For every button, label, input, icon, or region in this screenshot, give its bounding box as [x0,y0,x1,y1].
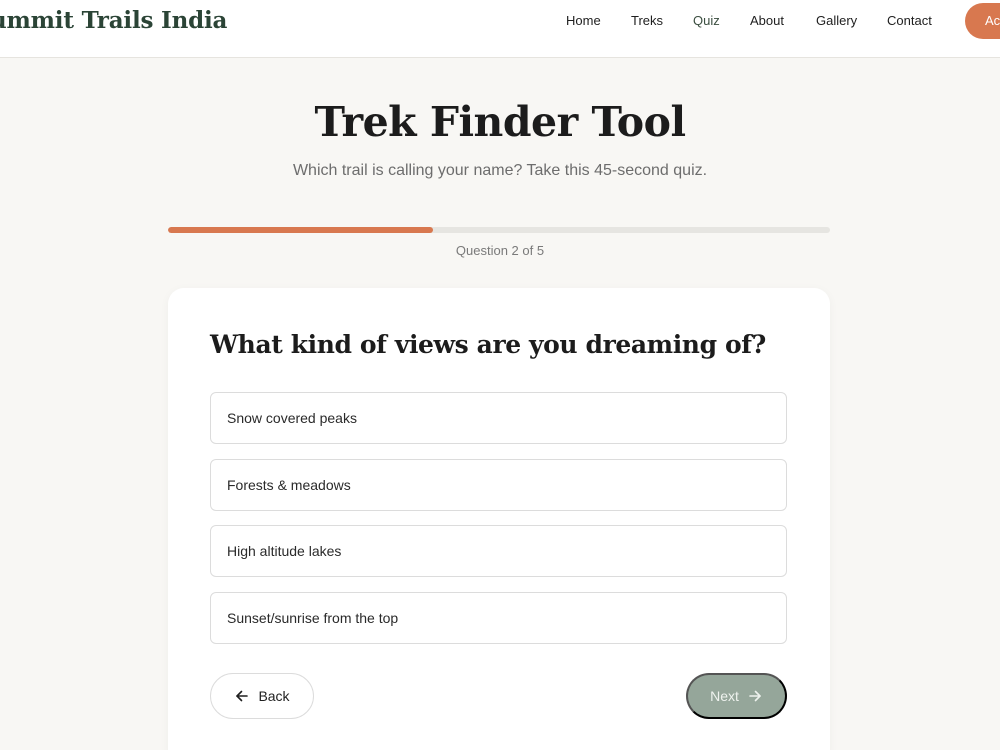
nav-contact[interactable]: Contact [887,13,932,28]
arrow-right-icon [747,688,763,704]
question-title: What kind of views are you dreaming of? [210,330,766,359]
header-cta-button[interactable]: Ac [965,3,1000,39]
page-subtitle: Which trail is calling your name? Take t… [292,162,708,179]
nav-home[interactable]: Home [566,13,601,28]
progress-bar [168,227,830,233]
progress-label: Question 2 of 5 [455,243,545,258]
nav-gallery[interactable]: Gallery [816,13,857,28]
nav-quiz[interactable]: Quiz [693,13,720,28]
next-button-label: Next [710,688,739,704]
nav-treks[interactable]: Treks [631,13,663,28]
option-forests-meadows[interactable]: Forests & meadows [210,459,787,511]
progress-fill [168,227,433,233]
site-header: ummit Trails India Home Treks Quiz About… [0,0,1000,58]
option-sunset-sunrise[interactable]: Sunset/sunrise from the top [210,592,787,644]
page-title: Trek Finder Tool [314,98,686,146]
arrow-left-icon [234,688,250,704]
site-logo[interactable]: ummit Trails India [0,7,227,34]
back-button-label: Back [258,688,290,704]
next-button[interactable]: Next [686,673,787,719]
nav-about[interactable]: About [750,13,784,28]
back-button[interactable]: Back [210,673,314,719]
quiz-card: What kind of views are you dreaming of? … [168,288,830,750]
option-high-altitude-lakes[interactable]: High altitude lakes [210,525,787,577]
option-snow-covered-peaks[interactable]: Snow covered peaks [210,392,787,444]
